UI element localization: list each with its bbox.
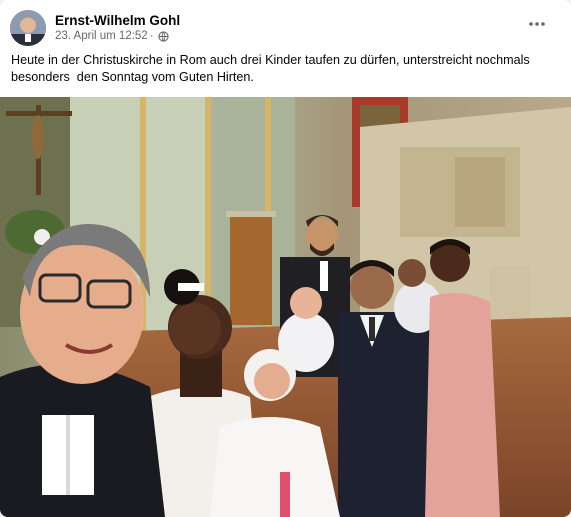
post-card: Ernst-Wilhelm Gohl 23. April um 12:52 · …	[0, 0, 571, 517]
avatar-image	[10, 10, 46, 46]
post-photo[interactable]	[0, 97, 571, 517]
more-options-icon	[529, 22, 545, 26]
post-header: Ernst-Wilhelm Gohl 23. April um 12:52 ·	[10, 8, 180, 48]
globe-icon	[157, 31, 169, 42]
more-options-button[interactable]	[525, 14, 549, 34]
meta-separator: ·	[149, 30, 154, 42]
post-meta: 23. April um 12:52 ·	[55, 29, 180, 44]
author-name[interactable]: Ernst-Wilhelm Gohl	[55, 12, 180, 29]
post-text: Heute in der Christuskirche in Rom auch …	[11, 53, 534, 84]
post-date[interactable]: 23. April um 12:52	[55, 29, 148, 44]
author-block: Ernst-Wilhelm Gohl 23. April um 12:52 ·	[55, 12, 180, 44]
author-avatar[interactable]	[10, 10, 46, 46]
